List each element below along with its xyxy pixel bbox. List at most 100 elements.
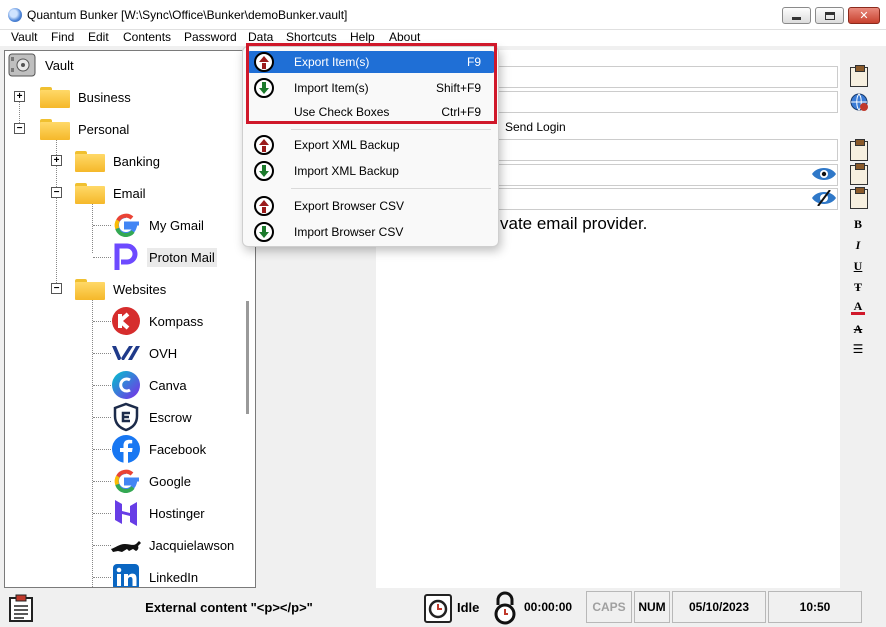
highlight-callout-box <box>246 43 497 124</box>
menu-help[interactable]: Help <box>350 30 375 44</box>
expand-banking-icon[interactable]: + <box>51 155 62 166</box>
send-login-link[interactable]: Send Login <box>505 120 566 134</box>
status-time: 10:50 <box>768 591 862 623</box>
tree-item-proton-mail[interactable]: Proton Mail <box>110 241 217 273</box>
tree-label: Jacquielawson <box>149 537 235 553</box>
bold-button[interactable]: B <box>851 217 865 232</box>
minimize-button[interactable] <box>782 7 811 24</box>
collapse-email-icon[interactable]: − <box>51 187 62 198</box>
tree-label: Banking <box>113 153 160 169</box>
tree-label: My Gmail <box>149 217 204 233</box>
menu-item-import-browser-csv[interactable]: Import Browser CSV <box>247 221 495 243</box>
hide-password-button[interactable] <box>810 189 838 209</box>
collapse-personal-icon[interactable]: − <box>14 123 25 134</box>
maximize-icon <box>824 11 835 20</box>
tree-folder-banking[interactable]: Banking <box>75 149 162 173</box>
tree-item-google[interactable]: Google <box>110 465 193 497</box>
tree-folder-business[interactable]: Business <box>40 85 133 109</box>
menu-item-label: Import XML Backup <box>294 164 399 178</box>
menu-find[interactable]: Find <box>51 30 74 44</box>
minimize-icon <box>792 16 801 20</box>
notes-clipboard-button[interactable] <box>6 593 36 623</box>
menu-contents[interactable]: Contents <box>123 30 171 44</box>
secondary-password-field[interactable] <box>470 188 838 210</box>
import-icon <box>254 161 274 181</box>
hostinger-icon <box>110 497 142 529</box>
menu-item-export-xml-backup[interactable]: Export XML Backup <box>247 134 495 156</box>
menu-item-export-browser-csv[interactable]: Export Browser CSV <box>247 195 495 217</box>
tree-root-vault[interactable]: Vault <box>7 53 76 77</box>
notes-text[interactable]: vate email provider. <box>500 214 647 234</box>
menu-password[interactable]: Password <box>184 30 237 44</box>
tree-label-selected: Proton Mail <box>147 247 217 267</box>
vault-tree[interactable]: Vault + Business − Personal + Banking − … <box>4 50 256 588</box>
tree-label: OVH <box>149 345 178 361</box>
menu-item-label: Export Browser CSV <box>294 199 405 213</box>
font-size-button[interactable]: Ŧ <box>851 280 865 295</box>
menu-shortcuts[interactable]: Shortcuts <box>286 30 337 44</box>
bullet-list-button[interactable]: ☰ <box>851 342 865 356</box>
underline-button[interactable]: U <box>851 259 865 274</box>
copy-name-button[interactable] <box>847 65 871 88</box>
menu-about[interactable]: About <box>389 30 420 44</box>
tree-folder-personal[interactable]: Personal <box>40 117 131 141</box>
expand-business-icon[interactable]: + <box>14 91 25 102</box>
tree-folder-email[interactable]: Email <box>75 181 148 205</box>
clipboard-icon <box>850 65 868 87</box>
tree-item-ovh[interactable]: OVH <box>110 337 179 369</box>
strikethrough-button[interactable]: A <box>851 322 865 337</box>
title-bar: Quantum Bunker [W:\Sync\Office\Bunker\de… <box>0 0 886 30</box>
tree-item-canva[interactable]: Canva <box>110 369 189 401</box>
username-field[interactable]: me <box>470 139 838 161</box>
copy-username-button[interactable] <box>847 139 871 162</box>
tree-item-hostinger[interactable]: Hostinger <box>110 497 207 529</box>
import-icon <box>254 222 274 242</box>
tree-item-my-gmail[interactable]: My Gmail <box>110 209 206 241</box>
tree-item-escrow[interactable]: Escrow <box>110 401 194 433</box>
font-color-button[interactable]: A <box>851 300 865 315</box>
collapse-websites-icon[interactable]: − <box>51 283 62 294</box>
google-icon <box>110 209 142 241</box>
tree-folder-websites[interactable]: Websites <box>75 277 168 301</box>
cat-icon <box>110 529 142 561</box>
menu-item-import-xml-backup[interactable]: Import XML Backup <box>247 160 495 182</box>
copy-password-button[interactable] <box>847 163 871 186</box>
idle-clock-button[interactable] <box>422 592 454 624</box>
italic-button[interactable]: I <box>851 238 865 253</box>
url-field[interactable]: e/ <box>470 91 838 113</box>
menu-separator <box>291 188 491 189</box>
alarm-clock-icon <box>424 594 452 623</box>
tree-item-jacquielawson[interactable]: Jacquielawson <box>110 529 236 561</box>
ovh-icon <box>110 337 142 369</box>
tree-label: Kompass <box>149 313 204 329</box>
eye-icon <box>812 168 836 180</box>
tree-label: Email <box>113 185 146 201</box>
tree-scrollbar[interactable] <box>246 301 249 414</box>
kompass-icon <box>110 305 142 337</box>
show-password-button[interactable] <box>810 166 838 185</box>
num-lock-indicator: NUM <box>634 591 670 623</box>
menu-vault[interactable]: Vault <box>11 30 37 44</box>
open-url-button[interactable] <box>847 91 871 113</box>
status-message: External content "<p></p>" <box>40 591 418 623</box>
item-name-field[interactable] <box>470 66 838 88</box>
maximize-button[interactable] <box>815 7 844 24</box>
close-icon: ✕ <box>859 10 869 22</box>
clipboard-icon <box>850 187 868 209</box>
tree-item-facebook[interactable]: Facebook <box>110 433 208 465</box>
menu-data[interactable]: Data <box>248 30 273 44</box>
password-field[interactable] <box>470 164 838 186</box>
tree-item-kompass[interactable]: Kompass <box>110 305 205 337</box>
eye-slash-icon <box>812 189 836 207</box>
tree-label: Canva <box>149 377 187 393</box>
menu-edit[interactable]: Edit <box>88 30 109 44</box>
copy-secondary-button[interactable] <box>847 187 871 210</box>
tree-item-linkedin[interactable]: LinkedIn <box>110 561 200 587</box>
lock-timer-button[interactable] <box>490 591 520 625</box>
linkedin-icon <box>110 561 142 587</box>
status-date: 05/10/2023 <box>672 591 766 623</box>
padlock-timer-icon <box>494 591 516 625</box>
tree-label: Google <box>149 473 191 489</box>
close-button[interactable]: ✕ <box>848 7 880 24</box>
status-timer: 00:00:00 <box>524 600 573 614</box>
